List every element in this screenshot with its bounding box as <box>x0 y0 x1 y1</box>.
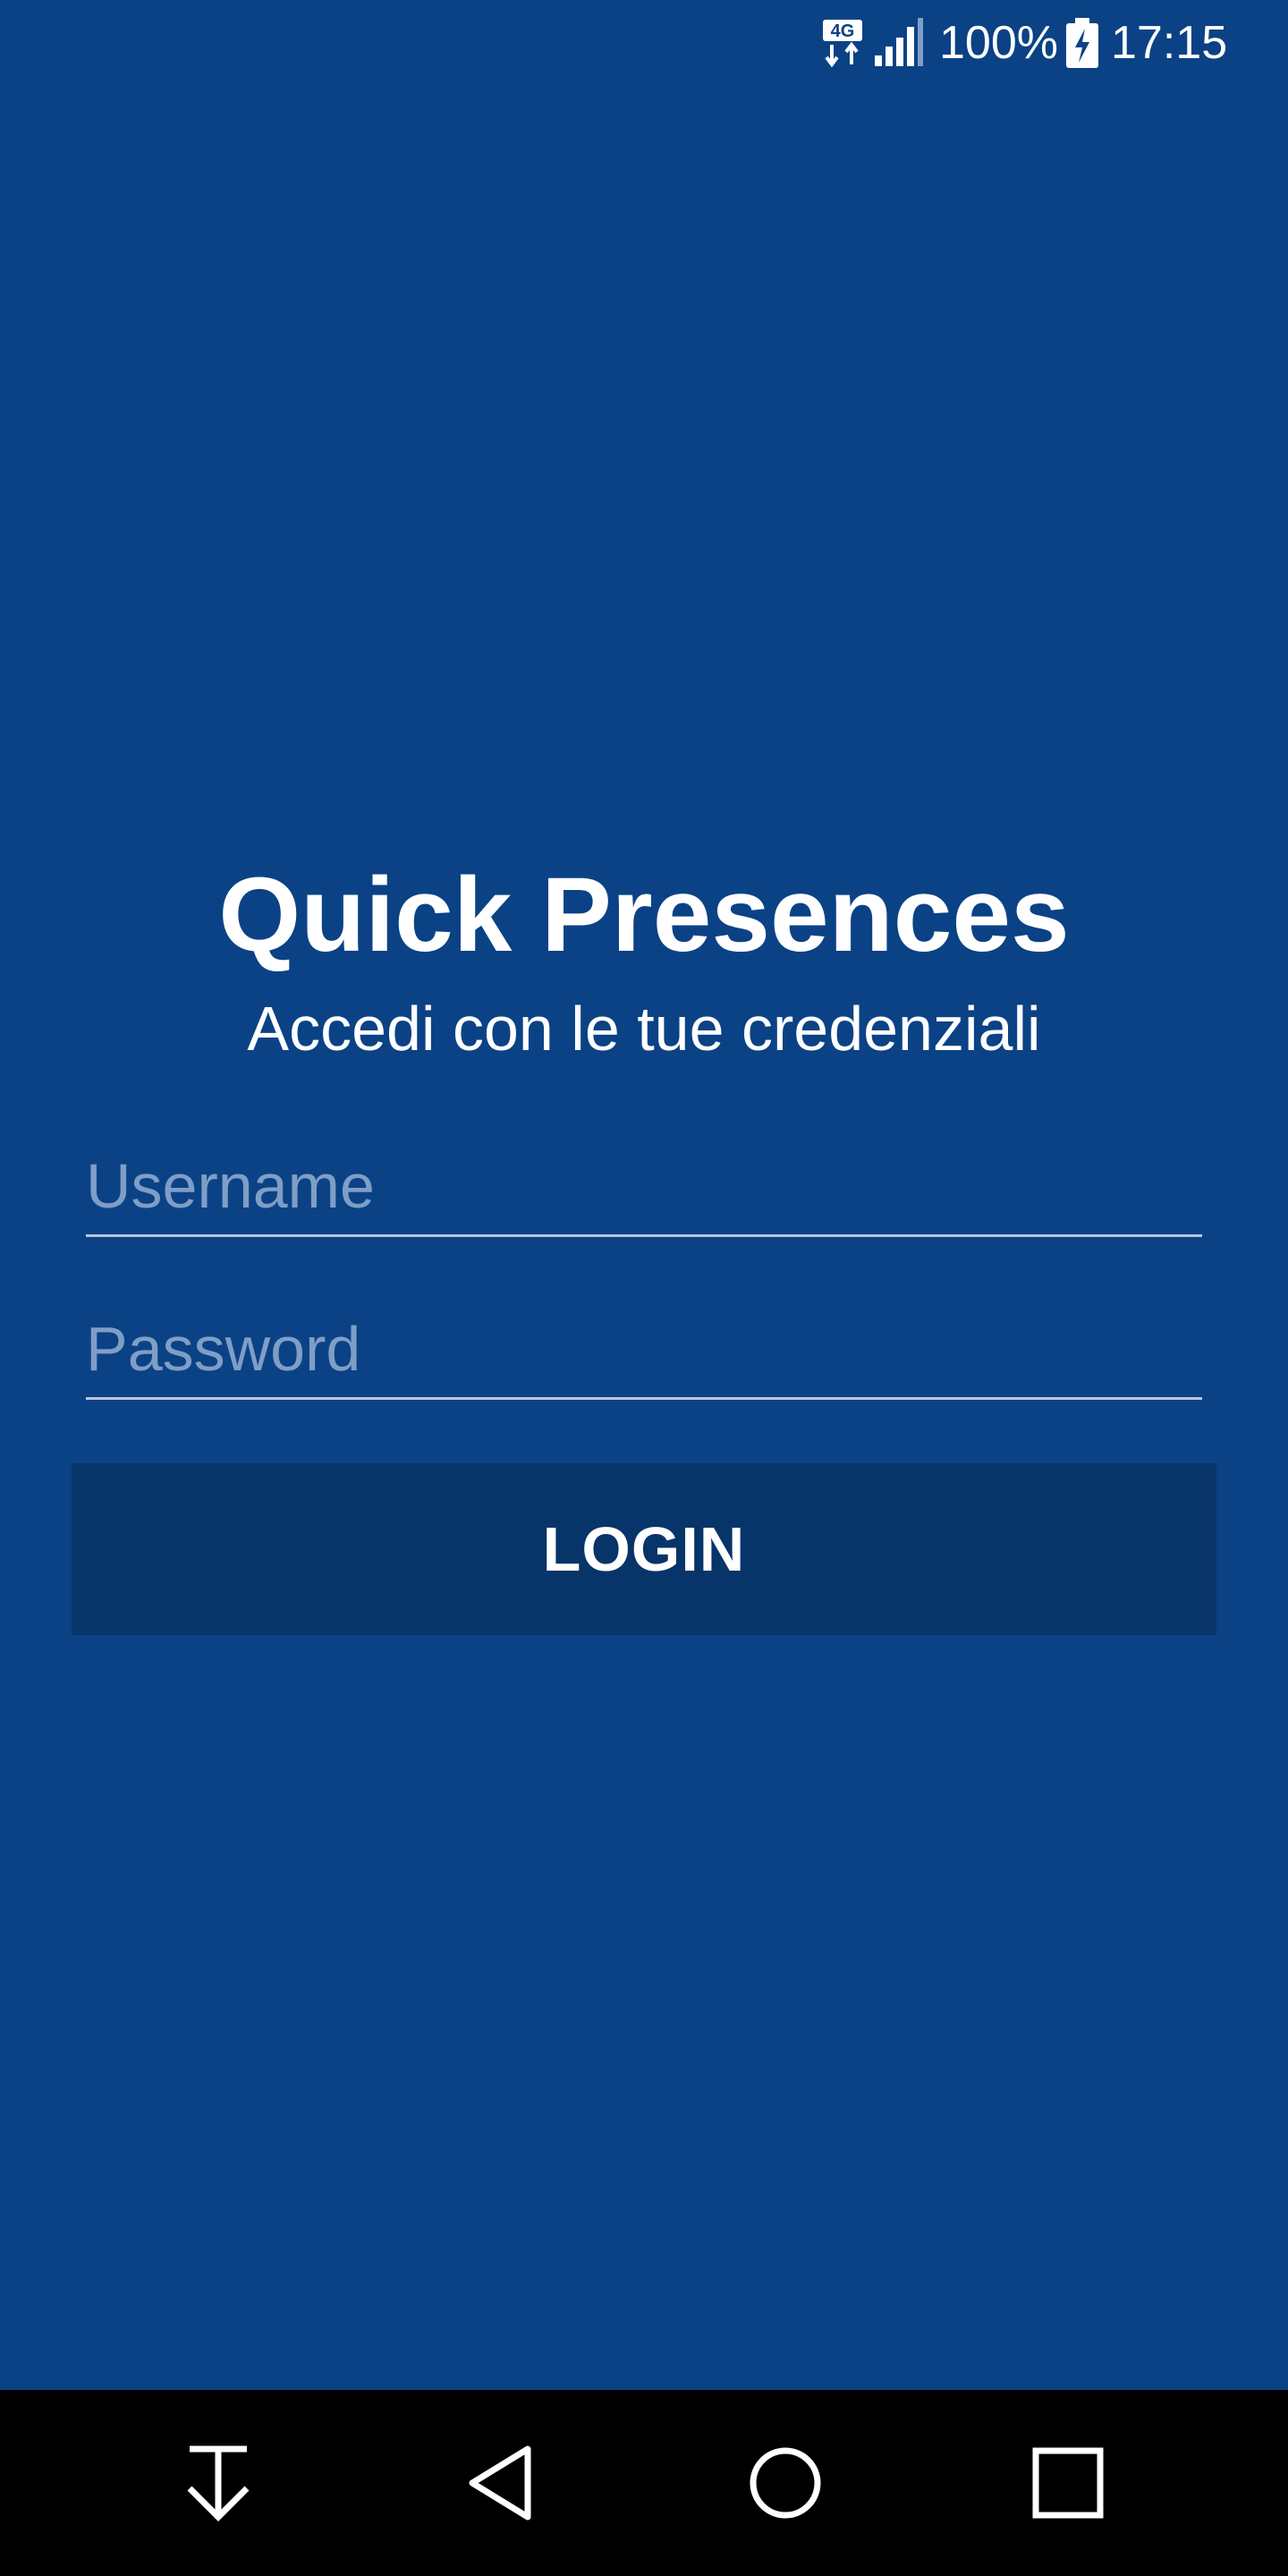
4g-data-icon: 4G <box>821 18 864 68</box>
network-label: 4G <box>831 21 855 41</box>
signal-strength-icon <box>873 16 925 68</box>
login-subtitle: Accedi con le tue credenziali <box>247 994 1041 1063</box>
clock-time: 17:15 <box>1111 17 1228 69</box>
password-field <box>86 1308 1202 1400</box>
app-title: Quick Presences <box>218 856 1070 974</box>
username-input[interactable] <box>86 1148 1202 1224</box>
login-screen: 4G 100% 17:15 Quick Presences Accedi con… <box>0 0 1288 2576</box>
username-field <box>86 1145 1202 1237</box>
home-circle-icon[interactable] <box>732 2429 839 2537</box>
navigation-bar <box>0 2390 1288 2576</box>
download-icon[interactable] <box>165 2429 272 2537</box>
status-bar: 4G 100% 17:15 <box>0 0 1288 89</box>
battery-percent: 100% <box>939 17 1058 69</box>
recent-apps-square-icon[interactable] <box>1014 2429 1122 2537</box>
password-input[interactable] <box>86 1311 1202 1386</box>
back-triangle-icon[interactable] <box>447 2429 555 2537</box>
login-button[interactable]: LOGIN <box>72 1463 1216 1635</box>
battery-charging-icon <box>1064 16 1100 70</box>
